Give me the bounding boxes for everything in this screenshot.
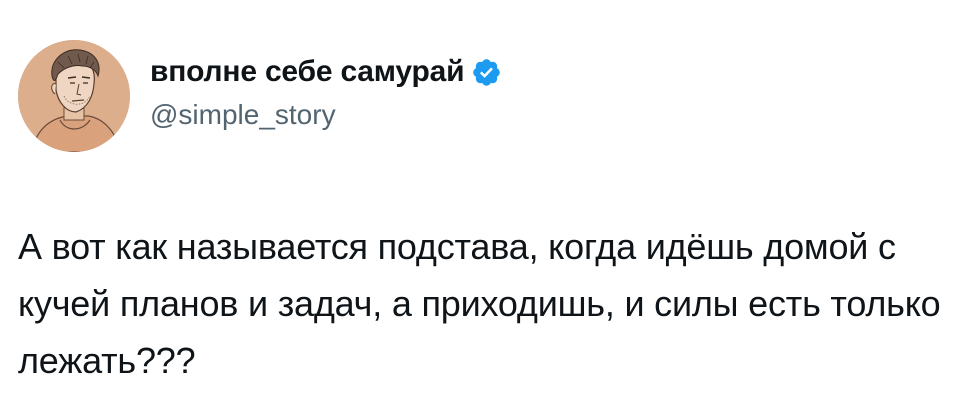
- tweet-text: А вот как называется подстава, когда идё…: [18, 226, 941, 381]
- verified-badge-icon[interactable]: [471, 57, 502, 88]
- author-display-name[interactable]: вполне себе самурай: [150, 55, 465, 89]
- author-name-row: вполне себе самурай: [150, 52, 502, 92]
- author-handle[interactable]: @simple_story: [150, 99, 336, 131]
- avatar-illustration-icon: [18, 40, 130, 152]
- tweet-card: вполне себе самурай @simple_story А вот …: [0, 0, 960, 416]
- author-avatar[interactable]: [18, 40, 130, 152]
